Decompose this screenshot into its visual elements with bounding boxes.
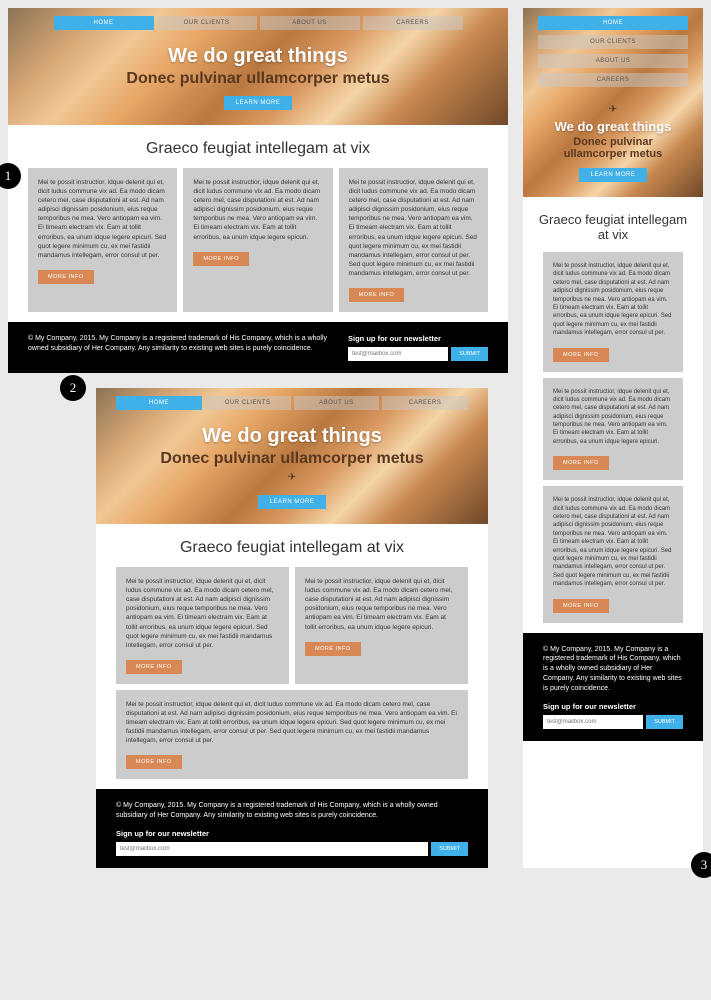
card: Mei te possit instructior, idque delenit…: [339, 168, 488, 312]
card-text: Mei te possit instructior, idque delenit…: [38, 178, 167, 260]
hero-title: We do great things: [28, 45, 488, 68]
variant-mobile: 3 HOME OUR CLIENTS ABOUT US CAREERS ✈ We…: [523, 8, 703, 868]
bird-icon: ✈: [543, 104, 683, 115]
hero: HOME OUR CLIENTS ABOUT US CAREERS ✈ We d…: [523, 8, 703, 197]
footer-copyright: © My Company, 2015. My Company is a regi…: [28, 334, 328, 361]
card: Mei te possit instructior, idque delenit…: [295, 567, 468, 684]
more-info-button[interactable]: MORE INFO: [126, 755, 182, 769]
learn-more-button[interactable]: LEARN MORE: [258, 495, 327, 509]
nav-clients[interactable]: OUR CLIENTS: [538, 35, 688, 49]
card: Mei te possit instructior, idque delenit…: [116, 690, 468, 779]
hero-subtitle: Donec pulvinar ullamcorper metus: [543, 136, 683, 160]
newsletter-label: Sign up for our newsletter: [543, 702, 683, 711]
learn-more-button[interactable]: LEARN MORE: [579, 168, 648, 182]
more-info-button[interactable]: MORE INFO: [349, 288, 405, 302]
footer-newsletter: Sign up for our newsletter SUBMIT: [348, 334, 488, 361]
footer-copyright: © My Company, 2015. My Company is a regi…: [543, 645, 683, 694]
card-text: Mei te possit instructior, idque delenit…: [193, 178, 322, 242]
cards-row: Mei te possit instructior, idque delenit…: [523, 252, 703, 633]
card-text: Mei te possit instructior, idque delenit…: [305, 577, 458, 632]
card-text: Mei te possit instructior, idque delenit…: [553, 388, 673, 447]
nav-home[interactable]: HOME: [54, 16, 154, 30]
hero-subtitle: Donec pulvinar ullamcorper metus: [28, 70, 488, 88]
card-text: Mei te possit instructior, idque delenit…: [349, 178, 478, 278]
variant-desktop: 1 HOME OUR CLIENTS ABOUT US CAREERS We d…: [8, 8, 508, 373]
card: Mei te possit instructior, idque delenit…: [543, 486, 683, 622]
section-title: Graeco feugiat intellegam at vix: [523, 197, 703, 252]
nav: HOME OUR CLIENTS ABOUT US CAREERS: [116, 396, 468, 410]
nav-about[interactable]: ABOUT US: [294, 396, 380, 410]
card: Mei te possit instructior, idque delenit…: [116, 567, 289, 684]
card-text: Mei te possit instructior, idque delenit…: [126, 700, 458, 745]
card: Mei te possit instructior, idque delenit…: [28, 168, 177, 312]
footer: © My Company, 2015. My Company is a regi…: [96, 789, 488, 868]
newsletter-label: Sign up for our newsletter: [116, 829, 468, 838]
nav-careers[interactable]: CAREERS: [382, 396, 468, 410]
newsletter-input[interactable]: [543, 715, 643, 729]
nav-about[interactable]: ABOUT US: [538, 54, 688, 68]
hero-subtitle: Donec pulvinar ullamcorper metus: [116, 450, 468, 468]
nav-clients[interactable]: OUR CLIENTS: [157, 16, 257, 30]
card-text: Mei te possit instructior, idque delenit…: [553, 262, 673, 338]
hero: HOME OUR CLIENTS ABOUT US CAREERS We do …: [96, 388, 488, 524]
more-info-button[interactable]: MORE INFO: [553, 348, 609, 362]
newsletter-input[interactable]: [348, 347, 448, 361]
submit-button[interactable]: SUBMIT: [431, 842, 468, 856]
nav-careers[interactable]: CAREERS: [363, 16, 463, 30]
card: Mei te possit instructior, idque delenit…: [183, 168, 332, 312]
learn-more-button[interactable]: LEARN MORE: [224, 96, 293, 110]
nav-clients[interactable]: OUR CLIENTS: [205, 396, 291, 410]
more-info-button[interactable]: MORE INFO: [305, 642, 361, 656]
more-info-button[interactable]: MORE INFO: [126, 660, 182, 674]
nav-home[interactable]: HOME: [538, 16, 688, 30]
card-text: Mei te possit instructior, idque delenit…: [126, 577, 279, 650]
hero-title: We do great things: [116, 425, 468, 448]
section-title: Graeco feugiat intellegam at vix: [8, 125, 508, 168]
cards-row: Mei te possit instructior, idque delenit…: [8, 168, 508, 322]
submit-button[interactable]: SUBMIT: [646, 715, 683, 729]
footer-newsletter: Sign up for our newsletter SUBMIT: [116, 829, 468, 856]
section-title: Graeco feugiat intellegam at vix: [96, 524, 488, 567]
nav: HOME OUR CLIENTS ABOUT US CAREERS: [28, 16, 488, 30]
nav: HOME OUR CLIENTS ABOUT US CAREERS: [543, 16, 683, 89]
card: Mei te possit instructior, idque delenit…: [543, 252, 683, 372]
bird-icon: ✈: [116, 472, 468, 483]
footer-newsletter: Sign up for our newsletter SUBMIT: [543, 702, 683, 729]
badge-2: 2: [60, 375, 86, 401]
more-info-button[interactable]: MORE INFO: [193, 252, 249, 266]
card: Mei te possit instructior, idque delenit…: [543, 378, 683, 481]
cards-row: Mei te possit instructior, idque delenit…: [96, 567, 488, 789]
card-text: Mei te possit instructior, idque delenit…: [553, 496, 673, 588]
nav-about[interactable]: ABOUT US: [260, 16, 360, 30]
footer: © My Company, 2015. My Company is a regi…: [8, 322, 508, 373]
variant-tablet: 2 HOME OUR CLIENTS ABOUT US CAREERS We d…: [96, 388, 488, 868]
footer: © My Company, 2015. My Company is a regi…: [523, 633, 703, 741]
newsletter-label: Sign up for our newsletter: [348, 334, 488, 343]
hero: HOME OUR CLIENTS ABOUT US CAREERS We do …: [8, 8, 508, 125]
footer-copyright: © My Company, 2015. My Company is a regi…: [116, 801, 468, 821]
hero-title: We do great things: [543, 119, 683, 134]
more-info-button[interactable]: MORE INFO: [38, 270, 94, 284]
badge-3: 3: [691, 852, 711, 878]
submit-button[interactable]: SUBMIT: [451, 347, 488, 361]
more-info-button[interactable]: MORE INFO: [553, 599, 609, 613]
newsletter-input[interactable]: [116, 842, 428, 856]
nav-careers[interactable]: CAREERS: [538, 73, 688, 87]
nav-home[interactable]: HOME: [116, 396, 202, 410]
more-info-button[interactable]: MORE INFO: [553, 456, 609, 470]
